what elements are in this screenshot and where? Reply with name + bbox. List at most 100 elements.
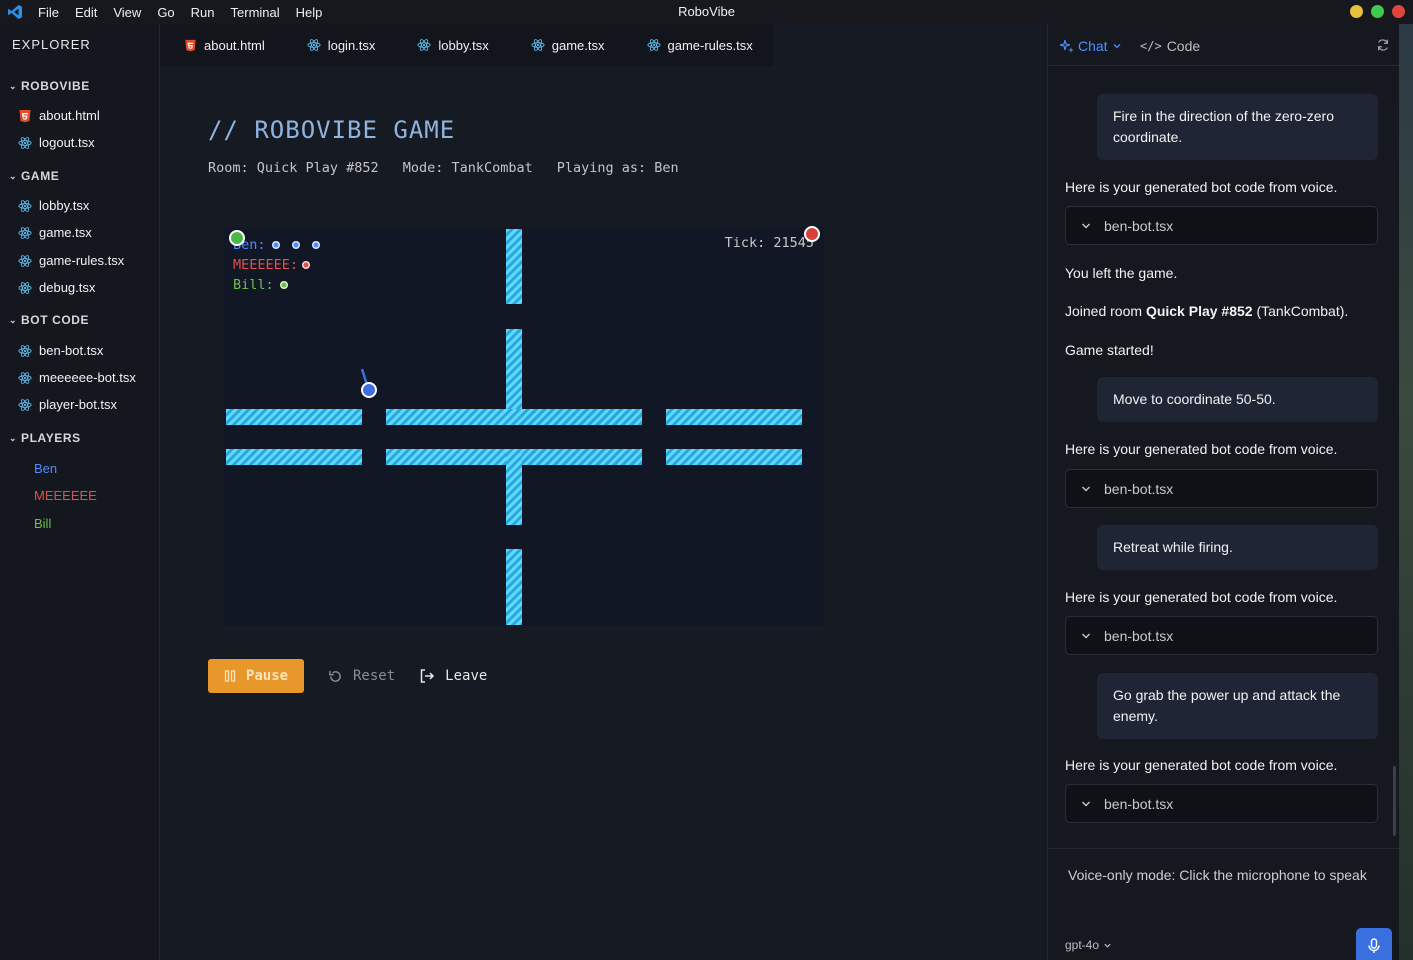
react-icon (18, 281, 32, 294)
tab-chat[interactable]: Chat (1060, 38, 1122, 54)
tab-about-html[interactable]: about.html (160, 24, 285, 66)
score-dot (311, 241, 320, 249)
react-icon (307, 39, 321, 51)
pause-button[interactable]: Pause (208, 659, 304, 693)
tank-meeeeee (804, 226, 820, 242)
title-bar: File Edit View Go Run Terminal Help Robo… (0, 0, 1413, 24)
user-message: Move to coordinate 50-50. (1097, 377, 1378, 422)
score-bill: Bill: (233, 275, 320, 295)
tank-ben (361, 382, 377, 398)
user-message: Go grab the power up and attack the enem… (1097, 673, 1378, 739)
chevron-down-icon: ⌄ (9, 314, 18, 325)
bot-message: Here is your generated bot code from voi… (1065, 179, 1338, 195)
microphone-button[interactable] (1356, 928, 1392, 960)
user-message: Fire in the direction of the zero-zero c… (1097, 94, 1378, 160)
editor-tab-bar: about.html login.tsx lobby.tsx game.tsx … (160, 24, 1047, 66)
score-dot (279, 281, 288, 289)
file-label: lobby.tsx (39, 198, 90, 213)
chat-panel: Chat </> Code Fire in the direction of t… (1047, 24, 1400, 960)
chat-header: Chat </> Code (1048, 24, 1400, 66)
file-label: player-bot.tsx (39, 397, 118, 412)
explorer-title: EXPLORER (12, 37, 91, 52)
code-attachment[interactable]: ben-bot.tsx (1065, 206, 1378, 245)
player-bill[interactable]: Bill (34, 516, 51, 531)
chevron-down-icon (1113, 44, 1121, 49)
menu-go[interactable]: Go (157, 5, 174, 20)
desktop-background-edge (1399, 24, 1413, 960)
code-attachment[interactable]: ben-bot.tsx (1065, 784, 1378, 823)
file-meeeeee-bot-tsx[interactable]: meeeeee-bot.tsx (18, 370, 136, 385)
section-game[interactable]: ⌄ GAME (9, 169, 59, 183)
wall (226, 449, 362, 465)
logout-icon (420, 669, 435, 683)
menu-run[interactable]: Run (191, 5, 215, 20)
react-icon (18, 136, 32, 149)
react-icon (18, 226, 32, 239)
file-ben-bot-tsx[interactable]: ben-bot.tsx (18, 343, 103, 358)
react-icon (18, 344, 32, 357)
file-player-bot-tsx[interactable]: player-bot.tsx (18, 397, 117, 412)
section-robovibe[interactable]: ⌄ ROBOVIBE (9, 79, 90, 93)
file-label: game.tsx (39, 225, 92, 240)
player-meeeeee[interactable]: MEEEEEE (34, 488, 97, 503)
join-prefix: Joined room (1065, 303, 1146, 319)
file-logout-tsx[interactable]: logout.tsx (18, 135, 95, 150)
tab-game-rules-tsx[interactable]: game-rules.tsx (625, 24, 773, 66)
chevron-down-icon (1104, 943, 1111, 948)
menu-file[interactable]: File (38, 5, 59, 20)
tab-label: lobby.tsx (438, 37, 489, 53)
game-arena[interactable]: Ben: MEEEEEE: Bill: Tick: 21545 (224, 227, 824, 626)
room-name: Quick Play #852 (1145, 303, 1253, 319)
tab-code[interactable]: </> Code (1140, 38, 1200, 54)
game-info: Room: Quick Play #852 Mode: TankCombat P… (208, 160, 679, 176)
html-file-icon (185, 39, 196, 51)
section-label: GAME (21, 169, 60, 183)
file-debug-tsx[interactable]: debug.tsx (18, 280, 95, 295)
score-meeeeee: MEEEEEE: (233, 255, 320, 275)
file-game-rules-tsx[interactable]: game-rules.tsx (18, 253, 124, 268)
menu-help[interactable]: Help (296, 5, 323, 20)
file-label: game-rules.tsx (39, 253, 125, 268)
chat-footer: Voice-only mode: Click the microphone to… (1048, 848, 1400, 960)
chevron-down-icon (1082, 486, 1090, 491)
section-players[interactable]: ⌄ PLAYERS (9, 431, 81, 445)
bot-message: Here is your generated bot code from voi… (1065, 589, 1338, 605)
tab-login-tsx[interactable]: login.tsx (285, 24, 396, 66)
menu-terminal[interactable]: Terminal (231, 5, 280, 20)
code-attachment[interactable]: ben-bot.tsx (1065, 469, 1378, 508)
file-label: ben-bot.tsx (39, 343, 104, 358)
wall (506, 229, 522, 304)
wall (666, 409, 802, 425)
code-attachment[interactable]: ben-bot.tsx (1065, 616, 1378, 655)
system-message: You left the game. (1065, 265, 1178, 281)
reset-label: Reset (353, 668, 396, 684)
section-bot-code[interactable]: ⌄ BOT CODE (9, 313, 89, 327)
menu-view[interactable]: View (113, 5, 141, 20)
close-button[interactable] (1392, 5, 1405, 18)
react-icon (417, 39, 431, 51)
model-selector[interactable]: gpt-4o (1065, 938, 1112, 952)
file-label: meeeeee-bot.tsx (39, 370, 136, 385)
microphone-icon (1368, 938, 1380, 953)
leave-button[interactable]: Leave (419, 659, 487, 693)
game-controls: Pause Reset Leave (208, 659, 487, 693)
file-lobby-tsx[interactable]: lobby.tsx (18, 198, 89, 213)
file-game-tsx[interactable]: game.tsx (18, 225, 92, 240)
game-title: // ROBOVIBE GAME (208, 116, 456, 144)
menu-edit[interactable]: Edit (75, 5, 97, 20)
tab-lobby-tsx[interactable]: lobby.tsx (395, 24, 508, 66)
reset-button[interactable]: Reset (328, 659, 395, 693)
player-ben[interactable]: Ben (34, 461, 57, 476)
tick-counter: Tick: 21545 (724, 235, 814, 251)
pause-icon (224, 670, 236, 682)
minimize-button[interactable] (1350, 5, 1363, 18)
code-icon: </> (1140, 39, 1162, 53)
file-about-html[interactable]: about.html (18, 108, 100, 123)
refresh-icon[interactable] (1376, 38, 1390, 52)
tab-game-tsx[interactable]: game.tsx (509, 24, 625, 66)
maximize-button[interactable] (1371, 5, 1384, 18)
section-label: PLAYERS (21, 431, 81, 445)
scoreboard: Ben: MEEEEEE: Bill: (233, 235, 320, 295)
chat-scrollbar[interactable] (1393, 766, 1396, 836)
tank-bill (229, 230, 245, 246)
